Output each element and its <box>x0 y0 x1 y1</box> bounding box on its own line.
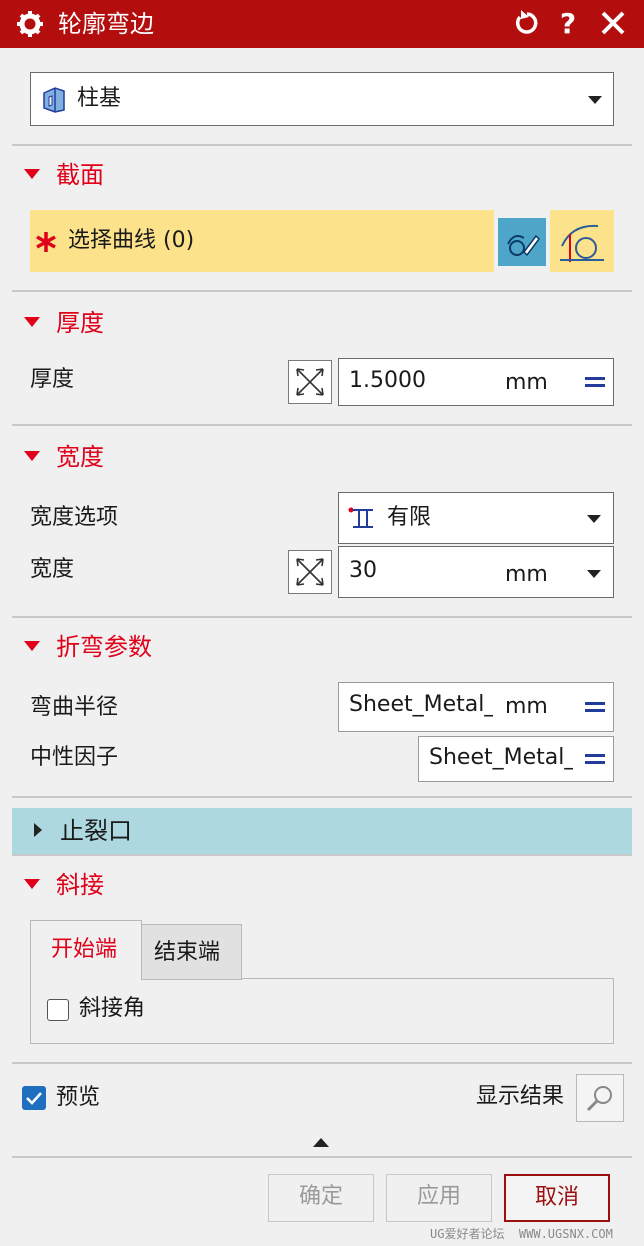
curve-icon <box>560 224 604 262</box>
collapse-triangle-icon <box>24 879 40 889</box>
reset-icon[interactable] <box>512 8 542 38</box>
chevron-down-icon <box>587 515 601 523</box>
expand-triangle-icon <box>34 823 42 837</box>
check-icon <box>26 1092 42 1105</box>
relief-title: 止裂口 <box>60 817 132 845</box>
formula-button[interactable] <box>288 550 332 594</box>
collapse-triangle-icon <box>24 169 40 179</box>
chevron-down-icon <box>588 96 602 104</box>
width-panel: 宽度 宽度选项 有限 宽度 30 mm <box>12 426 632 618</box>
required-asterisk-icon <box>36 232 56 252</box>
miter-panel: 斜接 斜接角 开始端 结束端 <box>12 858 632 1064</box>
divider <box>12 1156 632 1158</box>
relief-header[interactable]: 止裂口 <box>12 808 632 856</box>
bend-header[interactable]: 折弯参数 <box>24 632 152 662</box>
window-title: 轮廓弯边 <box>58 10 154 38</box>
type-dropdown[interactable]: 柱基 <box>30 72 614 126</box>
section-header[interactable]: 截面 <box>24 160 104 190</box>
select-curve-row[interactable]: 选择曲线 (0) <box>30 210 494 272</box>
tab-flange-icon <box>43 87 65 113</box>
title-bar: 轮廓弯边 ? <box>0 0 644 48</box>
miter-header[interactable]: 斜接 <box>24 870 104 900</box>
close-icon[interactable] <box>598 8 628 38</box>
show-result-label: 显示结果 <box>476 1084 565 1109</box>
thickness-unit: mm <box>505 370 548 395</box>
show-result-button[interactable] <box>576 1074 624 1122</box>
svg-text:?: ? <box>560 8 576 38</box>
equals-icon[interactable] <box>585 377 605 387</box>
thickness-header[interactable]: 厚度 <box>24 308 104 338</box>
gear-icon[interactable] <box>16 10 44 38</box>
thickness-panel: 厚度 厚度 1.5000 mm <box>12 292 632 426</box>
equals-icon[interactable] <box>585 702 605 712</box>
type-panel: 柱基 <box>12 56 632 146</box>
thickness-label: 厚度 <box>30 367 75 392</box>
watermark: UG爱好者论坛 WWW.UGSNX.COM <box>430 1227 613 1241</box>
apply-button[interactable]: 应用 <box>386 1174 492 1222</box>
bend-radius-field[interactable]: Sheet_Metal_ mm <box>338 682 614 732</box>
equals-icon[interactable] <box>585 754 605 764</box>
tab-end[interactable]: 结束端 <box>142 924 242 980</box>
finite-width-icon <box>348 507 373 528</box>
width-value: 30 <box>349 558 377 583</box>
width-option-dropdown[interactable]: 有限 <box>338 492 614 544</box>
collapse-triangle-icon <box>24 641 40 651</box>
neutral-factor-field[interactable]: Sheet_Metal_ <box>418 736 614 782</box>
tab-start[interactable]: 开始端 <box>30 920 142 980</box>
miter-tab-content: 斜接角 <box>30 978 614 1044</box>
width-field[interactable]: 30 mm <box>338 546 614 598</box>
ok-button[interactable]: 确定 <box>268 1174 374 1222</box>
bend-radius-label: 弯曲半径 <box>30 695 119 720</box>
thickness-value: 1.5000 <box>349 368 426 393</box>
bend-radius-unit: mm <box>505 694 548 719</box>
preview-checkbox[interactable] <box>22 1086 46 1110</box>
width-unit: mm <box>505 562 548 587</box>
miter-angle-checkbox[interactable] <box>47 999 69 1021</box>
width-option-label: 宽度选项 <box>30 505 119 530</box>
cancel-button[interactable]: 取消 <box>504 1174 610 1222</box>
collapse-more-icon[interactable] <box>313 1138 329 1147</box>
type-value: 柱基 <box>77 86 122 111</box>
sketch-icon <box>507 234 540 257</box>
bend-radius-value: Sheet_Metal_ <box>349 692 493 717</box>
miter-angle-label: 斜接角 <box>79 996 146 1021</box>
thickness-field[interactable]: 1.5000 mm <box>338 358 614 406</box>
formula-button[interactable] <box>288 360 332 404</box>
expand-arrows-icon <box>296 558 324 586</box>
curve-select-button[interactable] <box>550 210 614 272</box>
magnifier-icon <box>586 1086 612 1112</box>
sketch-section-button[interactable] <box>498 218 546 266</box>
preview-label: 预览 <box>56 1085 101 1110</box>
width-option-value: 有限 <box>387 505 432 530</box>
bend-panel: 折弯参数 弯曲半径 Sheet_Metal_ mm 中性因子 Sheet_Met… <box>12 618 632 798</box>
neutral-factor-value: Sheet_Metal_ <box>429 745 573 770</box>
neutral-factor-label: 中性因子 <box>30 745 119 770</box>
width-header[interactable]: 宽度 <box>24 442 104 472</box>
collapse-triangle-icon <box>24 451 40 461</box>
width-label: 宽度 <box>30 557 75 582</box>
collapse-triangle-icon <box>24 317 40 327</box>
expand-arrows-icon <box>296 368 324 396</box>
chevron-down-icon[interactable] <box>587 570 601 578</box>
select-curve-label: 选择曲线 (0) <box>68 228 195 253</box>
help-icon[interactable]: ? <box>553 8 583 38</box>
section-panel: 截面 选择曲线 (0) <box>12 146 632 292</box>
